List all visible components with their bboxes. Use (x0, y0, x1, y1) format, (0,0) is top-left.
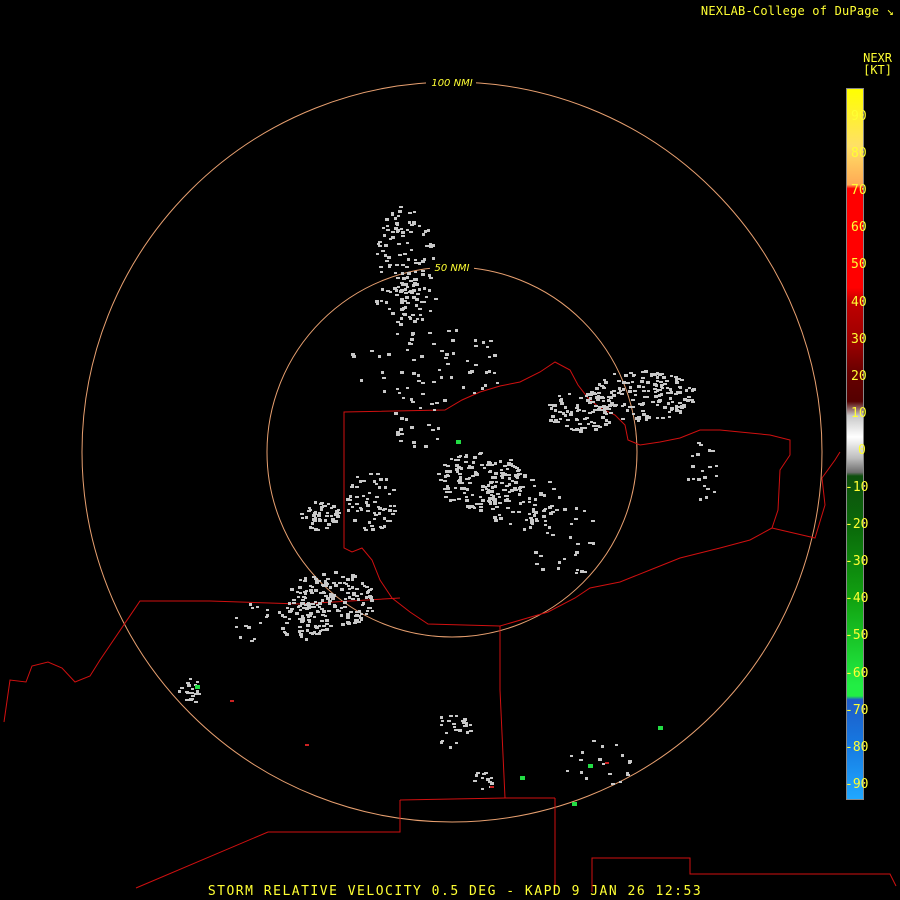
radar-display: 100 NMI 50 NMI (3, 76, 897, 892)
logo-corner-icon: ↘ (886, 4, 894, 18)
brand-label: NEXLAB-College of DuPage ↘ (700, 4, 894, 18)
legend-title: NEXR [KT] (863, 52, 892, 76)
velocity-echoes (178, 206, 718, 806)
ring-label-50: 50 NMI (435, 263, 470, 274)
range-ring-50nmi (266, 266, 638, 638)
velocity-color-scale (846, 88, 864, 800)
boundary-lines (3, 361, 897, 892)
legend-units: [KT] (863, 63, 892, 77)
product-caption: STORM RELATIVE VELOCITY 0.5 DEG - KAPD 9… (207, 884, 703, 899)
ring-label-100: 100 NMI (431, 78, 472, 89)
